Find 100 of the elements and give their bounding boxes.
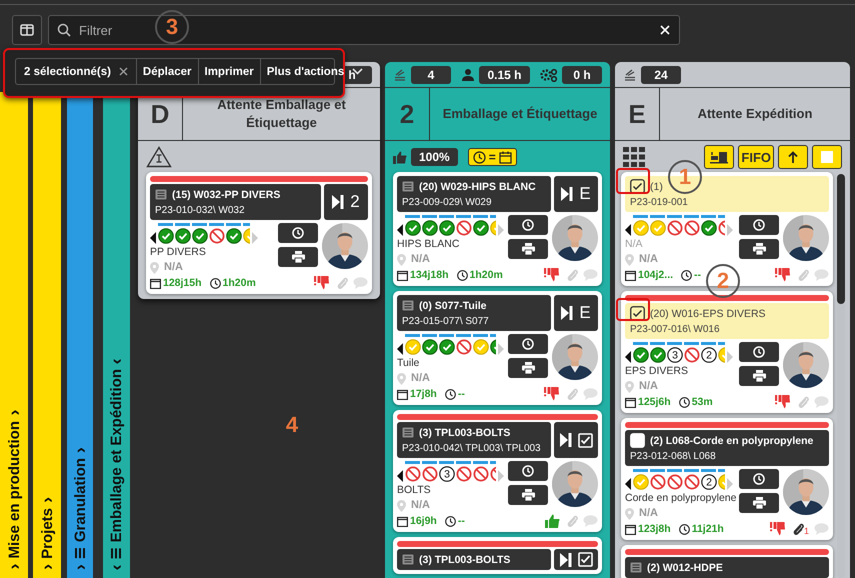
printer-icon — [752, 243, 766, 255]
paperclip-icon[interactable] — [792, 522, 804, 536]
stat-chip: 4 — [411, 66, 451, 84]
fifo-button[interactable]: FIFO — [738, 145, 774, 169]
task-card[interactable]: (2) W012-HDPE — [621, 545, 833, 578]
clear-icon[interactable] — [660, 25, 670, 35]
list-icon — [402, 181, 414, 192]
task-card[interactable]: (20) W016-EPS DIVERS P23-007-016\ W016 3 2 EPS DIVERS N/A 125j6h 53m — [621, 291, 833, 413]
time-button[interactable] — [739, 469, 779, 489]
checkbox[interactable] — [630, 179, 645, 194]
prohibited-icon — [667, 220, 683, 236]
clock-icon — [292, 227, 304, 239]
progress-segment — [633, 469, 648, 472]
check-circle-icon — [192, 228, 208, 244]
thumbs-down-icon[interactable] — [775, 395, 791, 409]
print-button[interactable] — [278, 247, 318, 267]
previous-icon[interactable] — [397, 224, 403, 236]
checkbox[interactable] — [630, 306, 645, 321]
toolbar-action[interactable]: Imprimer — [198, 59, 261, 84]
location-pin-icon — [397, 500, 406, 512]
checked-box-icon — [578, 432, 592, 448]
warning-icon — [146, 146, 172, 168]
paperclip-icon[interactable] — [566, 268, 578, 282]
time-button[interactable] — [278, 223, 318, 243]
print-button[interactable] — [508, 485, 548, 505]
thumbs-up-icon[interactable] — [544, 514, 560, 528]
schedule-filter-button[interactable]: = — [468, 148, 517, 166]
next-step-button[interactable] — [554, 549, 598, 570]
print-button[interactable] — [739, 493, 779, 513]
previous-icon[interactable] — [625, 224, 631, 236]
next-step-button[interactable]: E — [554, 176, 598, 212]
check-circle-icon — [650, 220, 666, 236]
stop-button[interactable] — [812, 145, 842, 169]
card-code: P23-009-029\ W029 — [402, 196, 493, 209]
time-button[interactable] — [508, 334, 548, 354]
progress-segment — [472, 461, 488, 464]
next-step-button[interactable]: E — [554, 295, 598, 331]
thumbs-down-icon[interactable] — [544, 268, 560, 282]
progress-segment — [633, 215, 648, 218]
card-code: P23-010-042\ TPL003\ TPL003 — [402, 442, 542, 455]
truck-button[interactable] — [704, 145, 734, 169]
card-title: (2) L068-Corde en polypropylene — [650, 434, 814, 446]
next-step-button[interactable]: 2 — [324, 184, 368, 220]
prohibited-icon — [684, 474, 700, 490]
up-arrow-button[interactable] — [778, 145, 808, 169]
clock-icon — [444, 388, 456, 400]
list-icon — [155, 189, 167, 200]
list-icon — [402, 300, 414, 311]
step-count: 2 — [701, 474, 717, 490]
elapsed-days: 104j2... — [638, 269, 674, 281]
time-button[interactable] — [508, 215, 548, 235]
elapsed-days: 125j6h — [638, 396, 671, 408]
task-card[interactable]: (2) L068-Corde en polypropylene P23-012-068\ L068 2 Corde en polypropylene N/A 123j8h 11j21h 1 — [621, 418, 833, 540]
print-button[interactable] — [508, 358, 548, 378]
grid-icon[interactable] — [623, 147, 645, 167]
location-text: N/A — [639, 253, 658, 266]
list-icon — [402, 427, 414, 438]
paperclip-icon[interactable] — [797, 395, 809, 409]
paperclip-icon[interactable] — [566, 387, 578, 401]
collapsed-column-tab[interactable]: › Mise en production › — [0, 92, 28, 578]
previous-icon[interactable] — [625, 351, 631, 363]
progress-segment — [684, 469, 699, 472]
print-button[interactable] — [739, 366, 779, 386]
paperclip-icon[interactable] — [797, 268, 809, 282]
time-button[interactable] — [739, 215, 779, 235]
stack-icon — [393, 68, 407, 82]
previous-icon[interactable] — [625, 478, 631, 490]
previous-icon[interactable] — [397, 470, 403, 482]
task-card[interactable]: (20) W029-HIPS BLANC P23-009-029\ W029 E HIPS BLANC N/A 134j18h 1h20m — [393, 172, 602, 286]
location-text: N/A — [411, 372, 430, 385]
thumbs-down-icon[interactable] — [544, 387, 560, 401]
paperclip-icon[interactable] — [566, 514, 578, 528]
task-card[interactable]: (3) TPL003-BOLTS P23-010-042\ TPL003\ TPL003 3 BOLTS N/A 16j9h -- — [393, 410, 602, 532]
card-code: P23-012-068\ L068 — [630, 450, 717, 463]
column-title: Attente Emballage et Étiquettage — [216, 96, 347, 132]
task-card[interactable]: (15) W032-PP DIVERS P23-010-032\ W032 2 PP DIVERS N/A 128j15h 1h20m — [146, 172, 372, 294]
previous-icon[interactable] — [150, 232, 156, 244]
thumbs-down-icon[interactable] — [314, 276, 330, 290]
scrollbar[interactable] — [837, 174, 845, 578]
time-button[interactable] — [739, 342, 779, 362]
paperclip-icon[interactable] — [336, 276, 348, 290]
task-card[interactable]: (3) TPL003-BOLTS — [393, 537, 602, 574]
thumbs-down-icon[interactable] — [770, 522, 786, 536]
check-circle-icon — [158, 228, 174, 244]
layout-button[interactable] — [12, 15, 42, 45]
approval-rate: 100% — [411, 148, 458, 166]
previous-icon[interactable] — [397, 343, 403, 355]
clock-icon — [678, 396, 690, 408]
task-card[interactable]: (0) S077-Tuile P23-015-077\ S077 E Tuile N/A 17j8h -- — [393, 291, 602, 405]
next-step-button[interactable] — [554, 422, 598, 458]
printer-icon — [752, 370, 766, 382]
elapsed-days: 128j15h — [163, 277, 202, 289]
toolbar-action[interactable]: Déplacer — [136, 59, 199, 84]
print-button[interactable] — [739, 239, 779, 259]
thumbs-down-icon[interactable] — [775, 268, 791, 282]
close-icon[interactable] — [118, 67, 128, 76]
elapsed-days: 16j9h — [410, 515, 437, 527]
print-button[interactable] — [508, 239, 548, 259]
time-button[interactable] — [508, 461, 548, 481]
skip-icon — [561, 187, 574, 201]
